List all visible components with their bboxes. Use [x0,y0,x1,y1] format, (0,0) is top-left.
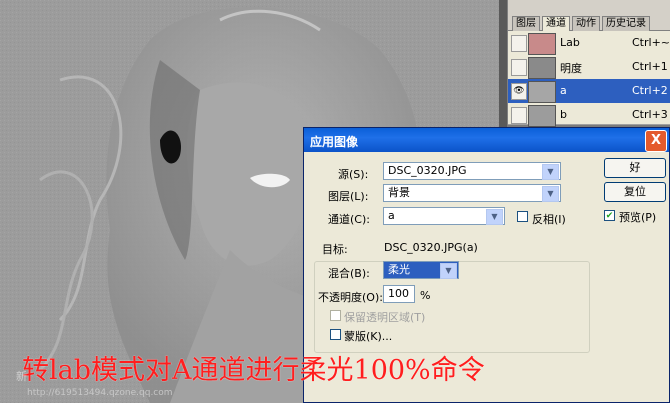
chevron-down-icon[interactable]: ▼ [542,186,559,202]
preview-label: 预览(P) [619,211,657,224]
chevron-down-icon[interactable]: ▼ [486,209,503,225]
channels-panel: 图层 通道 动作 历史记录 Lab Ctrl+~ 明度 Ctrl+1 👁 a C… [507,0,670,127]
blend-label: 混合(B): [328,267,370,280]
panel-tabs: 图层 通道 动作 历史记录 [508,14,670,31]
channel-shortcut: Ctrl+3 [632,108,668,121]
channel-name: b [560,108,567,121]
target-value: DSC_0320.JPG(a) [384,241,478,254]
chevron-down-icon[interactable]: ▼ [542,164,559,180]
reset-button[interactable]: 复位 [604,182,666,202]
opacity-input[interactable]: 100 [383,285,415,303]
target-label: 目标: [322,243,348,256]
channel-shortcut: Ctrl+~ [632,36,670,49]
invert-checkbox[interactable] [517,211,528,222]
channel-name: 明度 [560,62,582,75]
tab-layers[interactable]: 图层 [512,16,540,31]
preview-checkbox[interactable]: ✔ [604,210,615,221]
tab-history[interactable]: 历史记录 [602,16,650,31]
preserve-transparency-label: 保留透明区域(T) [344,311,426,324]
close-icon[interactable]: X [645,130,667,152]
source-value: DSC_0320.JPG [388,164,467,177]
tutorial-caption: 转lab模式对A通道进行柔光100%命令 [22,355,485,386]
eye-icon[interactable]: 👁 [511,83,527,100]
blend-select[interactable]: 柔光 ▼ [383,261,459,279]
channel-thumbnail [528,81,556,103]
channel-thumbnail [528,57,556,79]
ok-button[interactable]: 好 [604,158,666,178]
channel-thumbnail [528,105,556,127]
channel-row-lightness[interactable]: 明度 Ctrl+1 [508,55,670,80]
visibility-toggle[interactable] [511,35,527,52]
visibility-toggle[interactable] [511,59,527,76]
tab-channels[interactable]: 通道 [542,16,570,31]
invert-label: 反相(I) [532,213,566,226]
opacity-label: 不透明度(O): [318,291,383,304]
mask-checkbox[interactable] [330,329,341,340]
blend-value: 柔光 [388,263,410,276]
mask-label: 蒙版(K)... [344,330,393,343]
source-select[interactable]: DSC_0320.JPG ▼ [383,162,561,180]
watermark-logo: 新 [16,370,27,383]
channel-name: Lab [560,36,580,49]
layer-value: 背景 [388,186,410,199]
watermark-url: http://619513494.qzone.qq.com [27,388,173,398]
channel-row-lab[interactable]: Lab Ctrl+~ [508,31,670,56]
tab-actions[interactable]: 动作 [572,16,600,31]
channel-shortcut: Ctrl+2 [632,84,668,97]
opacity-unit: % [420,289,431,302]
source-label: 源(S): [338,168,369,181]
layer-select[interactable]: 背景 ▼ [383,184,561,202]
channel-select[interactable]: a ▼ [383,207,505,225]
visibility-toggle[interactable] [511,107,527,124]
channel-label: 通道(C): [328,213,370,226]
opacity-value: 100 [388,287,409,300]
channel-row-b[interactable]: b Ctrl+3 [508,103,670,127]
layer-label: 图层(L): [328,190,369,203]
dialog-titlebar[interactable]: 应用图像 X [304,128,669,152]
chevron-down-icon[interactable]: ▼ [440,263,457,279]
channel-shortcut: Ctrl+1 [632,60,668,73]
dialog-title: 应用图像 [310,135,359,149]
channel-thumbnail [528,33,556,55]
preserve-transparency-checkbox [330,310,341,321]
channel-row-a[interactable]: 👁 a Ctrl+2 [508,79,670,104]
channel-value: a [388,209,395,222]
channel-name: a [560,84,567,97]
